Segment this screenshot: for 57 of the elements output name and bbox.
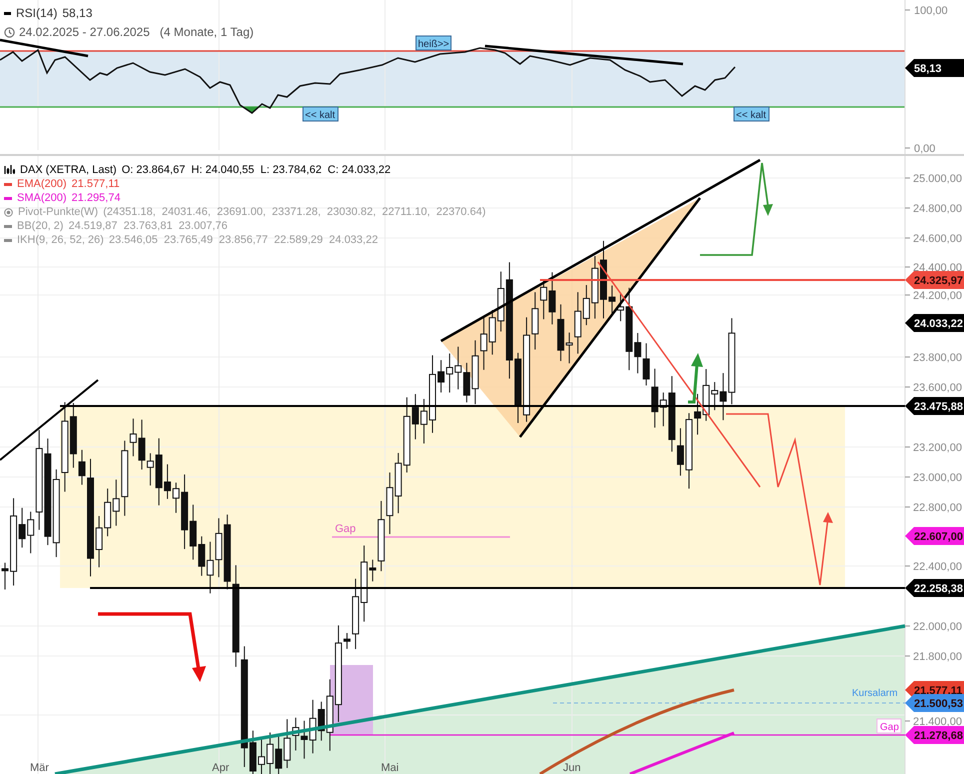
axis-label: 24.400,00 <box>913 262 962 274</box>
up-arrow <box>688 353 703 404</box>
candlestick <box>344 632 350 650</box>
legend-label: Pivot-Punkte(W) <box>18 205 98 219</box>
axis-label: 21.800,00 <box>913 651 962 663</box>
legend-values: 23.546,05 23.765,49 23.856,77 22.589,29 24.033,22 <box>108 233 378 247</box>
axis-label: 25.000,00 <box>913 173 962 185</box>
zone-label: heiß>> <box>416 36 452 50</box>
legend-values: 24.519,87 23.763,81 23.007,76 <box>68 219 228 233</box>
axis-label: 23.600,00 <box>913 382 962 394</box>
legend-values: (24351.18, 24031.46, 23691.00, 23371.28, 23030.82, 22711.10, 22370.64) <box>103 205 486 219</box>
candlestick <box>258 737 265 774</box>
price-tag: 24.325,97 <box>905 271 964 289</box>
axis-label: 21.400,00 <box>913 716 962 728</box>
candlestick <box>2 562 8 590</box>
axis-label: 24.600,00 <box>913 233 962 245</box>
candlestick <box>172 482 180 514</box>
legend-label: EMA(200) <box>17 177 67 191</box>
zone-label: << kalt <box>734 106 770 122</box>
legend-label: SMA(200) <box>17 191 67 205</box>
legend-label: BB(20, 2) <box>17 219 64 233</box>
price-tag: 24.033,22 <box>905 314 964 332</box>
indicator-label: RSI(14) <box>16 5 58 22</box>
legend-values: 21.295,74 <box>72 191 120 205</box>
value-tag: 58,13 <box>905 59 964 77</box>
axis-label: 23.200,00 <box>913 442 962 454</box>
axis-label: 23.800,00 <box>913 352 962 364</box>
legend-label: IKH(9, 26, 52, 26) <box>17 233 104 247</box>
indicator-value: 58,13 <box>62 5 92 22</box>
legend-values: O: 23.864,67 H: 24.040,55 L: 23.784,62 C: 24.033,22 <box>122 163 391 177</box>
axis-label: 22.800,00 <box>913 502 962 514</box>
axis-label: Mär <box>30 762 49 774</box>
axis-label: 22.000,00 <box>913 621 962 633</box>
date-range: 24.02.2025 - 27.06.2025 <box>19 24 150 41</box>
price-tag: 22.607,00 <box>905 527 964 545</box>
zone-label: << kalt <box>302 106 338 122</box>
legend-label: DAX (XETRA, Last) <box>20 163 117 177</box>
gap-label: Gap <box>876 718 902 734</box>
legend-values: 21.577,11 <box>72 177 120 191</box>
price-tag: 21.500,53 <box>905 694 964 712</box>
alarm-label: Kursalarm <box>852 688 898 699</box>
axis-label: Jun <box>563 762 581 774</box>
clock-icon <box>4 26 15 38</box>
price-tag: 21.278,68 <box>905 726 964 744</box>
axis-label: 24.800,00 <box>913 203 962 215</box>
price-tag: 22.258,38 <box>905 579 964 597</box>
axis-label: 0,00 <box>914 143 936 155</box>
axis-label: 100,00 <box>914 5 948 17</box>
axis-label: Mai <box>381 762 399 774</box>
axis-label: 22.400,00 <box>913 561 962 573</box>
axis-label: Apr <box>212 762 230 774</box>
date-duration: (4 Monate, 1 Tag) <box>160 24 254 41</box>
axis-label: 23.000,00 <box>913 472 962 484</box>
candlestick <box>514 352 522 424</box>
price-tag: 23.475,88 <box>905 397 964 415</box>
axis-label: 24.200,00 <box>913 290 962 302</box>
gap-label: Gap <box>335 523 356 535</box>
